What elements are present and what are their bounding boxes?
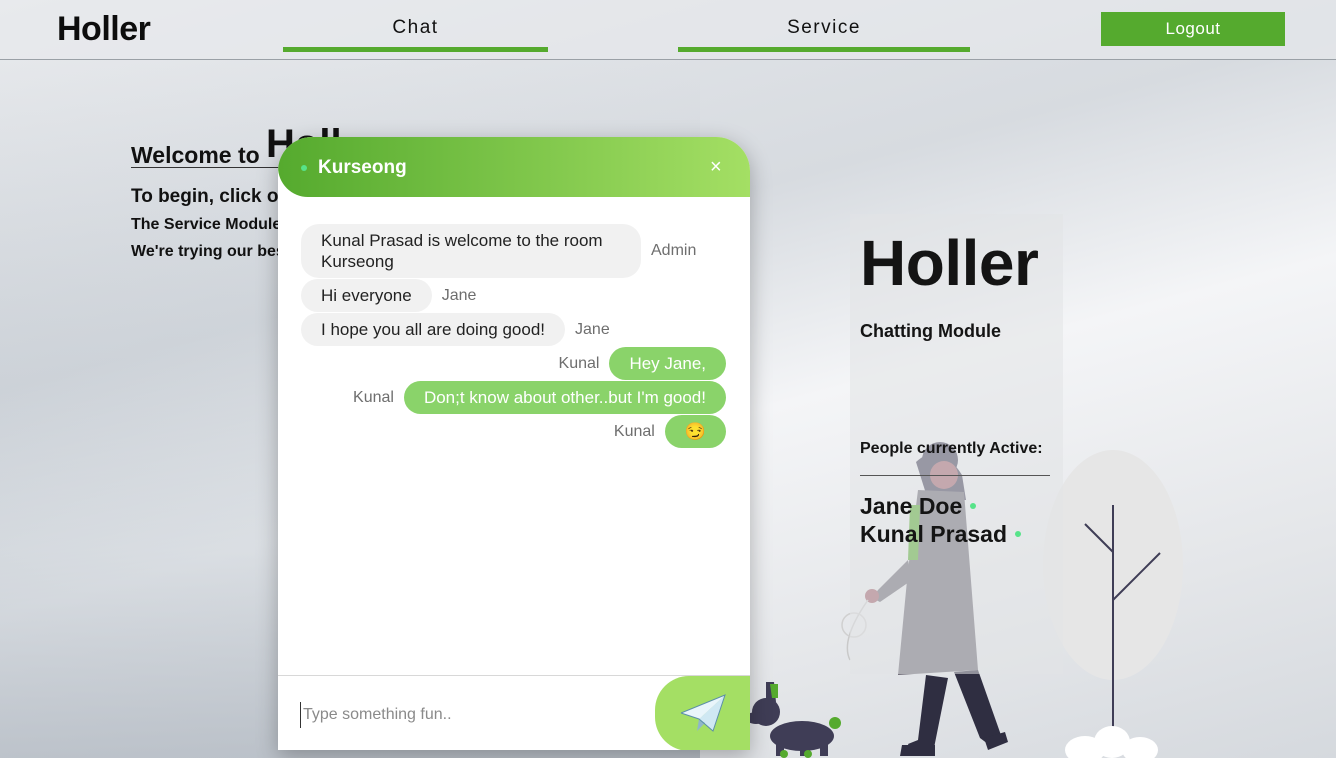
tab-chat[interactable]: Chat [283,17,548,52]
brand-logo: Holler [57,10,151,48]
paper-plane-icon [680,693,726,732]
welcome-line-1: To begin, click on [131,186,291,207]
active-user: Kunal Prasad [860,520,1021,548]
message-input[interactable] [300,702,645,728]
online-status-icon [1015,530,1021,537]
message-composer [278,675,750,750]
top-navbar: Holler Chat Service Logout [0,0,1336,60]
chat-message: I hope you all are doing good! Jane [301,313,610,346]
message-sender: Jane [575,320,610,338]
welcome-line-2: The Service Module [131,216,282,233]
send-button[interactable] [655,676,750,750]
logout-button[interactable]: Logout [1101,12,1285,46]
active-users-label: People currently Active: [860,440,1043,457]
message-sender: Admin [651,242,697,259]
active-user: Jane Doe [860,492,1021,520]
active-user-name: Kunal Prasad [860,521,1007,547]
welcome-heading-prefix: Welcome to [131,142,260,168]
online-status-icon [970,502,977,509]
active-users-divider [860,475,1050,476]
tab-service[interactable]: Service [678,17,970,52]
chat-message: Hi everyone Jane [301,279,476,312]
room-online-icon [301,165,307,171]
person-leg-right [954,670,1002,744]
chat-message-own: Kunal Hey Jane, [559,347,726,380]
chat-message-own: Kunal 😏 [614,415,726,448]
chat-room-name: Kurseong [318,157,407,178]
message-bubble: Kunal Prasad is welcome to the room Kurs… [301,224,641,278]
person-leg-left [908,675,948,750]
message-bubble-own: Hey Jane, [609,347,726,380]
message-sender: Kunal [353,388,394,406]
message-bubble: I hope you all are doing good! [301,313,566,346]
chat-header: Kurseong × [278,137,750,197]
active-users-list: Jane Doe Kunal Prasad [860,492,1021,548]
chat-window: Kurseong × Kunal Prasad is welcome to th… [278,137,750,750]
message-bubble-own: Don;t know about other..but I'm good! [403,381,726,414]
message-bubble: Hi everyone [301,279,432,312]
message-sender: Jane [441,286,477,304]
welcome-underline [131,167,281,168]
chat-message: Kunal Prasad is welcome to the room Kurs… [301,224,696,278]
close-icon[interactable]: × [710,156,722,178]
active-user-name: Jane Doe [860,493,963,519]
message-sender: Kunal [558,354,600,372]
dog [746,682,841,758]
welcome-line-3: We're trying our best [131,243,291,260]
side-panel-title: Holler [860,227,1039,299]
chat-message-own: Kunal Don;t know about other..but I'm go… [353,381,726,414]
message-sender: Kunal [613,422,655,440]
message-bubble-emoji: 😏 [664,415,726,448]
side-panel: Holler Chatting Module People currently … [850,214,1063,674]
side-panel-subtitle: Chatting Module [860,321,1001,341]
